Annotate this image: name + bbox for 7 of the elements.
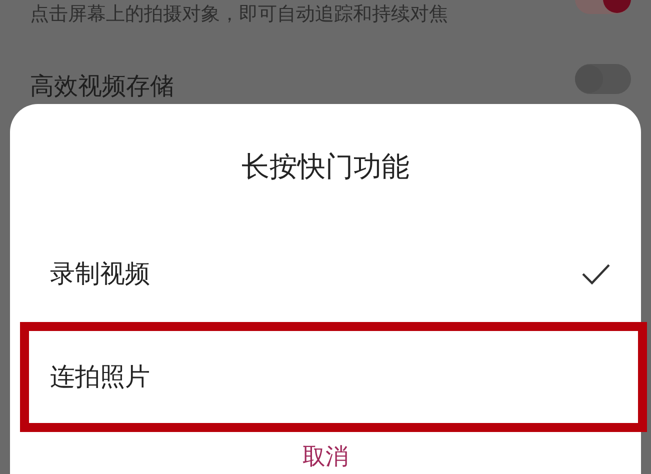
toggle-switch[interactable] bbox=[575, 64, 631, 94]
check-icon bbox=[581, 262, 611, 284]
cancel-button[interactable]: 取消 bbox=[298, 440, 352, 474]
setting-description: 点击屏幕上的拍摄对象，即可自动追踪和持续对焦 bbox=[30, 3, 448, 25]
setting-title: 高效视频存储 bbox=[30, 72, 174, 100]
option-item[interactable]: 连拍照片 bbox=[20, 322, 647, 432]
dialog-title: 长按快门功能 bbox=[240, 148, 410, 184]
